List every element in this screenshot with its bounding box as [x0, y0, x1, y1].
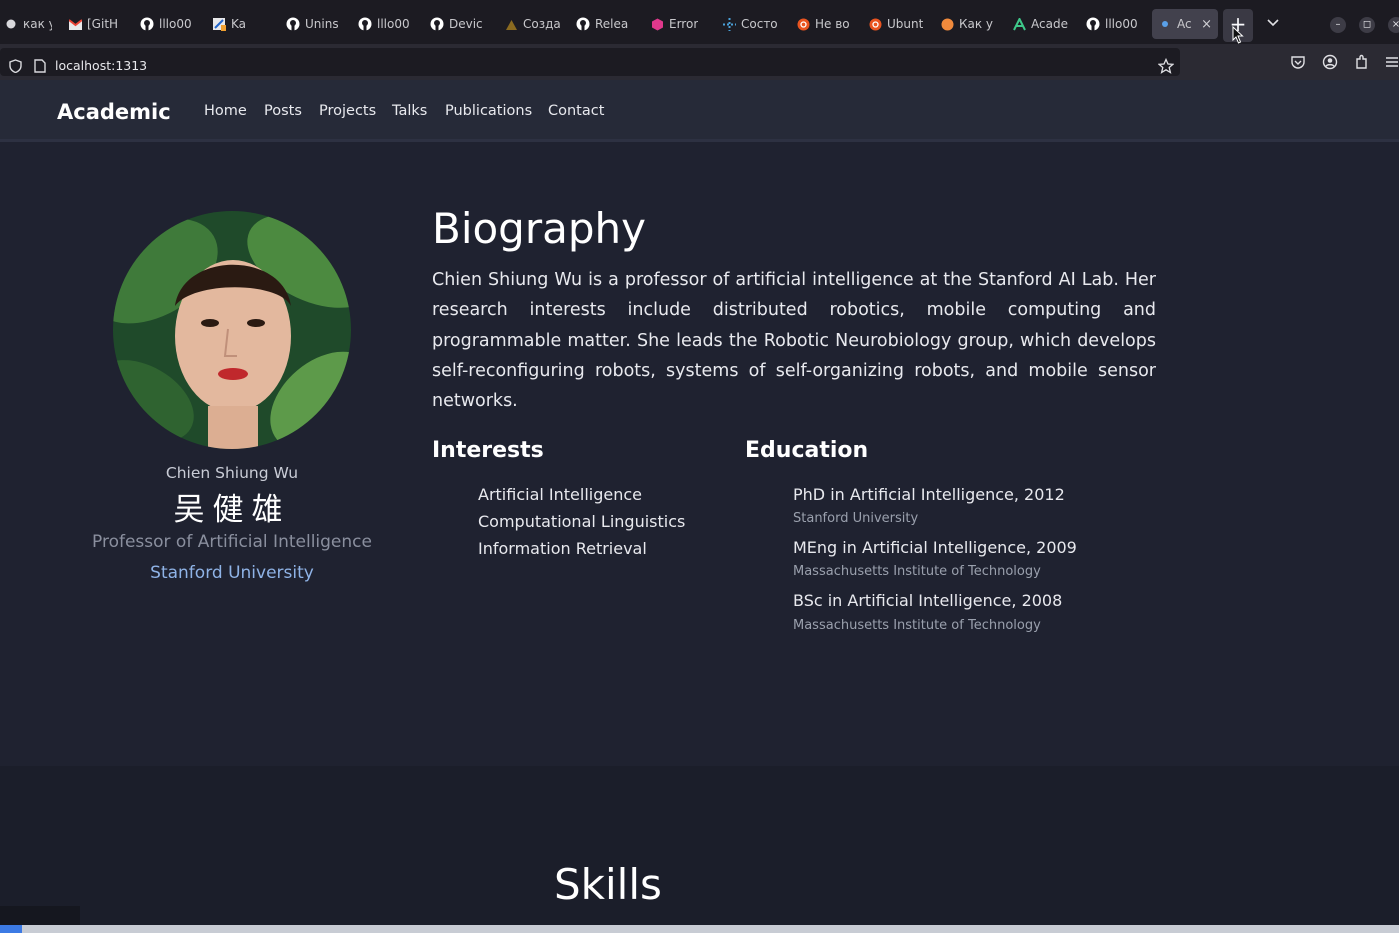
profile-role: Professor of Artificial Intelligence [92, 532, 372, 552]
browser-nav-bar: localhost:1313 [0, 44, 1399, 80]
minimize-window-icon[interactable]: – [1330, 17, 1346, 33]
browser-tab[interactable]: Relea [572, 9, 636, 39]
browser-tab[interactable]: Ubunt [864, 9, 928, 39]
browser-tab[interactable]: Acade [1008, 9, 1074, 39]
site-navbar: Academic Home Posts Projects Talks Publi… [0, 80, 1399, 142]
nav-link-projects[interactable]: Projects [319, 103, 376, 119]
page-icon[interactable] [34, 59, 46, 73]
generic-tab-icon [650, 17, 664, 31]
browser-tab[interactable]: [GitH [64, 9, 128, 39]
browser-tab[interactable]: Состо [718, 9, 782, 39]
generic-tab-icon [722, 17, 736, 31]
education-institution: Massachusetts Institute of Technology [793, 564, 1041, 579]
generic-tab-icon [4, 17, 18, 31]
browser-tab-bar: как у [GitH lllo00 Ka Unins lllo00 Devic… [0, 0, 1399, 44]
horizontal-scrollbar[interactable] [0, 925, 1399, 933]
nav-link-contact[interactable]: Contact [548, 103, 604, 119]
browser-tab[interactable]: lllo00 [354, 9, 418, 39]
ubuntu-icon [940, 17, 954, 31]
nav-link-publications[interactable]: Publications [445, 103, 532, 119]
browser-tab-active[interactable]: Aca × [1152, 9, 1218, 39]
nav-link-posts[interactable]: Posts [264, 103, 302, 119]
url-bar[interactable]: localhost:1313 [0, 48, 1180, 76]
browser-tab[interactable]: Error [646, 9, 710, 39]
mouse-cursor-icon [1232, 26, 1244, 44]
nav-link-talks[interactable]: Talks [392, 103, 427, 119]
education-institution: Stanford University [793, 511, 919, 526]
close-tab-icon[interactable]: × [1201, 17, 1212, 32]
interest-item: Information Retrieval [478, 539, 647, 558]
url-text[interactable]: localhost:1313 [55, 58, 147, 73]
status-strip [0, 906, 80, 926]
shield-icon[interactable] [9, 59, 22, 73]
nav-link-home[interactable]: Home [204, 103, 247, 119]
interests-heading: Interests [432, 438, 544, 463]
profile-name-chinese: 吴健雄 [173, 492, 291, 528]
browser-tab[interactable]: lllo00 [136, 9, 200, 39]
edit-icon [212, 17, 226, 31]
browser-tab[interactable]: Ka [208, 9, 272, 39]
github-icon [286, 17, 300, 31]
github-icon [576, 17, 590, 31]
account-icon[interactable] [1322, 54, 1338, 70]
browser-tab[interactable]: Unins [282, 9, 346, 39]
academic-icon [1158, 17, 1172, 31]
github-icon [140, 17, 154, 31]
browser-tab[interactable]: Как у [936, 9, 1000, 39]
extensions-icon[interactable] [1354, 54, 1370, 70]
bookmark-star-icon[interactable] [1158, 58, 1174, 74]
browser-tab[interactable]: как у [0, 9, 52, 39]
browser-tab[interactable]: Созда [500, 9, 564, 39]
restore-window-icon[interactable]: ◻ [1359, 17, 1375, 33]
chevron-down-icon[interactable] [1264, 14, 1282, 32]
biography-heading: Biography [432, 204, 646, 253]
avatar [113, 211, 351, 449]
interest-item: Computational Linguistics [478, 512, 686, 531]
interest-item: Artificial Intelligence [478, 485, 642, 504]
menu-icon[interactable] [1384, 54, 1399, 70]
profile-name: Chien Shiung Wu [165, 464, 299, 482]
education-course: MEng in Artificial Intelligence, 2009 [793, 538, 1077, 557]
site-brand[interactable]: Academic [57, 100, 171, 124]
pocket-icon[interactable] [1290, 54, 1306, 70]
browser-tab[interactable]: Devic [426, 9, 490, 39]
gmail-icon [68, 17, 82, 31]
ubuntu-icon [796, 17, 810, 31]
skills-heading: Skills [554, 860, 662, 909]
github-icon [358, 17, 372, 31]
ubuntu-icon [868, 17, 882, 31]
skills-section [0, 766, 1399, 933]
browser-tab[interactable]: Не во [792, 9, 856, 39]
generic-tab-icon [504, 17, 518, 31]
browser-tab[interactable]: lllo00 [1082, 9, 1146, 39]
github-icon [430, 17, 444, 31]
github-icon [1086, 17, 1100, 31]
close-window-icon[interactable]: × [1388, 17, 1399, 33]
education-institution: Massachusetts Institute of Technology [793, 618, 1041, 633]
education-course: BSc in Artificial Intelligence, 2008 [793, 591, 1063, 610]
profile-organization-link[interactable]: Stanford University [40, 563, 424, 583]
education-heading: Education [745, 438, 869, 463]
scrollbar-thumb[interactable] [0, 925, 22, 933]
academic-icon [1012, 17, 1026, 31]
education-course: PhD in Artificial Intelligence, 2012 [793, 485, 1065, 504]
biography-text: Chien Shiung Wu is a professor of artifi… [432, 270, 1156, 412]
